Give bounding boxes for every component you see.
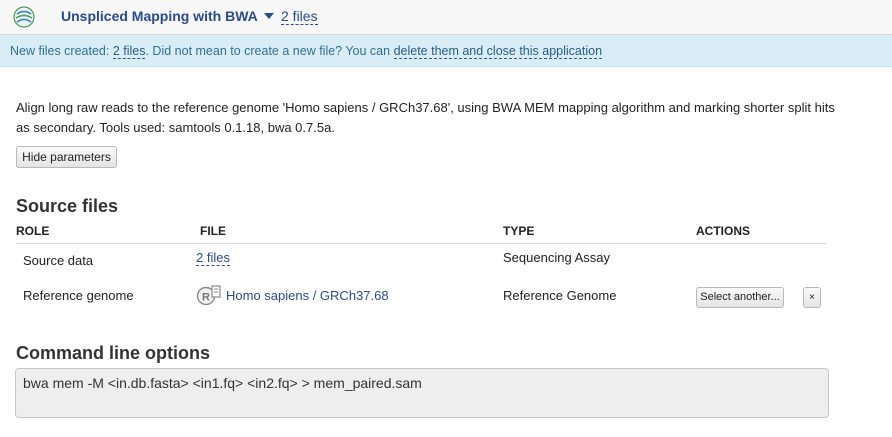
header-files-container: 2 files	[281, 8, 318, 25]
app-title-text: Unspliced Mapping with BWA	[61, 8, 258, 24]
notice-prefix: New files created:	[10, 44, 113, 58]
notice-files-link[interactable]: 2 files	[112, 44, 146, 59]
app-title-menu[interactable]: Unspliced Mapping with BWA	[61, 8, 274, 24]
top-bar: Unspliced Mapping with BWA 2 files	[0, 0, 892, 35]
row-reference-genome-role: Reference genome	[23, 288, 134, 303]
command-line-field[interactable]: bwa mem -M <in.db.fasta> <in1.fq> <in2.f…	[15, 368, 829, 418]
reference-genome-icon: R	[196, 285, 221, 306]
delete-and-close-link[interactable]: delete them and close this application	[393, 44, 603, 59]
source-files-title: Source files	[16, 196, 119, 216]
column-header-type: TYPE	[503, 224, 535, 238]
header-files-link[interactable]: 2 files	[281, 8, 318, 25]
table-header-divider	[16, 243, 826, 244]
command-line-title: Command line options	[16, 343, 211, 363]
row-reference-genome-file: Homo sapiens / GRCh37.68	[226, 288, 389, 303]
hide-parameters-button[interactable]: Hide parameters	[16, 146, 117, 168]
column-header-role: ROLE	[16, 224, 50, 238]
notice-middle: . Did not mean to create a new file? You…	[145, 44, 394, 58]
clear-reference-button[interactable]: ×	[803, 287, 821, 308]
row-source-data-type: Sequencing Assay	[503, 250, 610, 265]
app-logo-icon[interactable]	[13, 6, 35, 28]
row-source-data-role: Source data	[23, 253, 94, 268]
select-another-button[interactable]: Select another...	[696, 287, 784, 308]
caret-down-icon	[263, 13, 274, 19]
column-header-actions: ACTIONS	[696, 224, 750, 238]
tool-description: Align long raw reads to the reference ge…	[16, 100, 835, 135]
source-data-files-link[interactable]: 2 files	[196, 250, 230, 266]
column-header-file: FILE	[200, 224, 226, 238]
row-reference-genome-type: Reference Genome	[503, 288, 617, 303]
reference-genome-file-link[interactable]: Homo sapiens / GRCh37.68	[226, 288, 389, 303]
new-files-notice: New files created: 2 files. Did not mean…	[0, 35, 892, 67]
row-source-data-file: 2 files	[196, 250, 230, 266]
svg-text:R: R	[202, 292, 210, 304]
